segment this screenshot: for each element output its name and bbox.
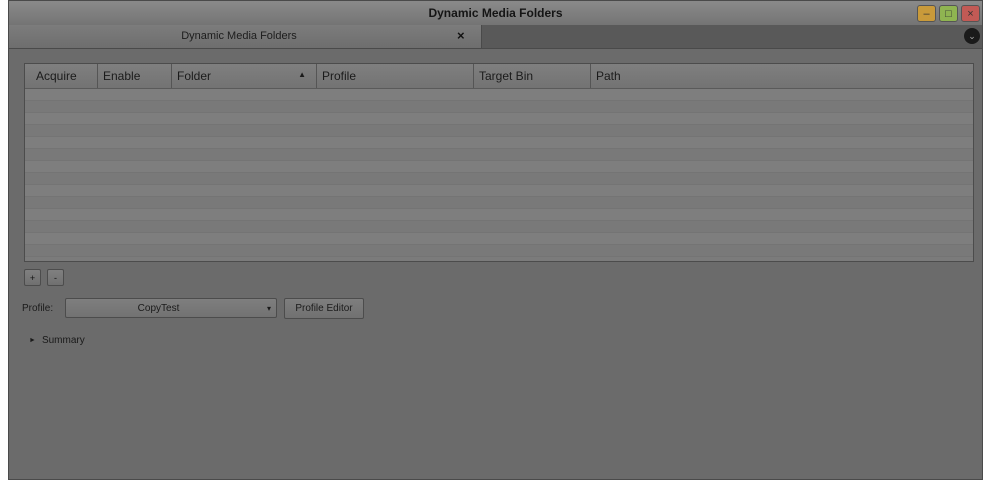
tab-close-icon[interactable]: × <box>457 28 465 43</box>
maximize-button[interactable]: □ <box>939 5 958 22</box>
plus-icon: + <box>29 272 36 283</box>
chevron-down-icon: ▾ <box>266 304 271 313</box>
folders-table[interactable]: Acquire Enable Folder ▲ Profile Target B… <box>24 63 974 262</box>
empty-row <box>25 149 973 161</box>
close-window-button[interactable]: × <box>961 5 980 22</box>
close-icon: × <box>967 7 974 20</box>
empty-row <box>25 173 973 185</box>
column-header-folder-label: Folder <box>177 69 212 83</box>
title-bar[interactable]: Dynamic Media Folders – □ × <box>9 1 982 26</box>
profile-select-value: CopyTest <box>137 303 180 314</box>
tab-menu-icon[interactable]: ⌄ <box>964 28 980 44</box>
empty-row <box>25 233 973 245</box>
maximize-icon: □ <box>945 7 952 20</box>
empty-row <box>25 89 973 101</box>
empty-row <box>25 101 973 113</box>
column-header-target-bin[interactable]: Target Bin <box>474 64 591 88</box>
window-controls: – □ × <box>917 5 980 22</box>
table-header: Acquire Enable Folder ▲ Profile Target B… <box>25 64 973 89</box>
column-header-path[interactable]: Path <box>591 64 973 88</box>
column-header-acquire[interactable]: Acquire <box>25 64 98 88</box>
profile-editor-button[interactable]: Profile Editor <box>284 298 364 319</box>
column-header-folder[interactable]: Folder ▲ <box>172 64 317 88</box>
add-folder-button[interactable]: + <box>24 269 41 286</box>
disclosure-triangle-icon: ► <box>29 337 36 344</box>
summary-label: Summary <box>41 335 85 346</box>
empty-row <box>25 197 973 209</box>
summary-disclosure[interactable]: ► Summary <box>29 335 85 346</box>
empty-row <box>25 245 973 257</box>
column-header-enable[interactable]: Enable <box>98 64 172 88</box>
sort-ascending-icon: ▲ <box>298 70 306 79</box>
empty-row <box>25 185 973 197</box>
empty-row <box>25 113 973 125</box>
column-header-profile[interactable]: Profile <box>317 64 474 88</box>
tab-bar: Dynamic Media Folders × ⌄ <box>9 25 982 49</box>
profile-select[interactable]: CopyTest ▾ <box>65 298 277 318</box>
empty-row <box>25 209 973 221</box>
remove-folder-button[interactable]: - <box>47 269 64 286</box>
empty-row <box>25 137 973 149</box>
table-body <box>25 89 973 261</box>
empty-row <box>25 161 973 173</box>
profile-label: Profile: <box>22 303 54 314</box>
empty-row <box>25 221 973 233</box>
tab-dynamic-media-folders[interactable]: Dynamic Media Folders × <box>9 25 482 48</box>
minimize-button[interactable]: – <box>917 5 936 22</box>
window-title: Dynamic Media Folders <box>428 6 563 20</box>
empty-row <box>25 125 973 137</box>
minus-icon: - <box>54 272 57 283</box>
minimize-icon: – <box>923 7 930 20</box>
tab-label: Dynamic Media Folders <box>181 30 297 42</box>
dynamic-media-folders-window: Dynamic Media Folders – □ × Dynamic Medi… <box>8 0 983 480</box>
